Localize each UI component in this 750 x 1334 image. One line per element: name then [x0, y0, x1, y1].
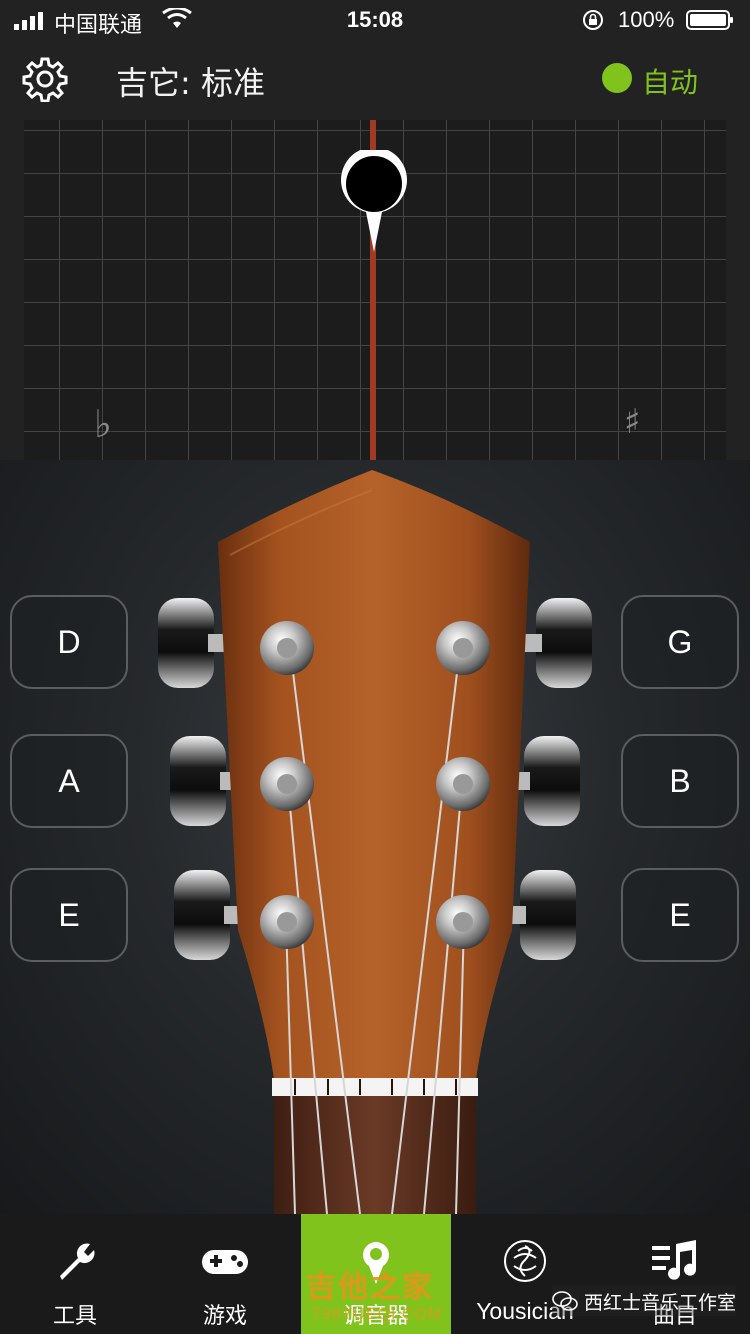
string-button-g[interactable]: G	[621, 595, 739, 689]
gamepad-icon	[202, 1250, 248, 1274]
pitch-needle-icon	[341, 150, 407, 252]
string-button-b[interactable]: B	[621, 734, 739, 828]
tab-games[interactable]: 游戏	[150, 1214, 300, 1334]
status-bar: 中国联通 15:08 100%	[0, 0, 750, 40]
meter-left-margin	[0, 120, 24, 460]
tuning-peg-b	[436, 757, 490, 811]
tab-yousician[interactable]: Yousician	[450, 1214, 600, 1334]
string-button-e-low[interactable]: E	[10, 868, 128, 962]
auto-indicator[interactable]	[602, 63, 632, 93]
rotation-lock-icon	[583, 10, 603, 30]
sharp-symbol: ♯	[624, 402, 641, 442]
tuning-title[interactable]: 吉它: 标准	[116, 58, 265, 104]
tuner-key-right-1	[524, 598, 592, 688]
wechat-watermark: 西红士音乐工作室	[552, 1286, 737, 1316]
tab-label: 游戏	[202, 1304, 247, 1329]
tuner-key-right-3	[508, 870, 576, 960]
site-watermark: 吉他之家	[306, 1270, 434, 1305]
flat-symbol: ♭	[94, 402, 112, 446]
yousician-icon	[504, 1240, 546, 1282]
meter-right-margin	[726, 120, 750, 460]
tab-tools[interactable]: 工具	[0, 1214, 150, 1334]
tab-label: 工具	[52, 1304, 97, 1329]
tuner-key-right-2	[512, 736, 580, 826]
tuning-peg-e-low	[260, 895, 314, 949]
tuner-key-left-3	[174, 870, 242, 960]
headstock-area: D A E G B E	[0, 460, 750, 1214]
string-button-a[interactable]: A	[10, 734, 128, 828]
string-button-e-high[interactable]: E	[621, 868, 739, 962]
string-button-d[interactable]: D	[10, 595, 128, 689]
wechat-account-name: 西红士音乐工作室	[584, 1291, 737, 1314]
tab-songs[interactable]: 曲目	[600, 1214, 750, 1334]
tuner-key-left-2	[170, 736, 238, 826]
tuner-key-left-1	[158, 598, 226, 688]
tuning-peg-g	[436, 621, 490, 675]
tuning-meter: ♭ ♯	[24, 120, 726, 460]
auto-mode-toggle[interactable]: 自动	[642, 61, 698, 101]
battery-percent: 100%	[618, 7, 675, 32]
battery-icon	[686, 10, 733, 30]
wrench-icon	[60, 1243, 95, 1280]
tuning-peg-a	[260, 757, 314, 811]
wechat-icon	[552, 1291, 578, 1311]
guitar-headstock	[158, 470, 592, 1214]
songs-icon	[652, 1240, 696, 1280]
app-header: 吉它: 标准 自动	[0, 40, 750, 120]
tuning-peg-e-high	[436, 895, 490, 949]
site-url-watermark: 798YUEQI.COM	[312, 1306, 443, 1323]
gear-icon[interactable]	[22, 56, 68, 102]
tuning-peg-d	[260, 621, 314, 675]
